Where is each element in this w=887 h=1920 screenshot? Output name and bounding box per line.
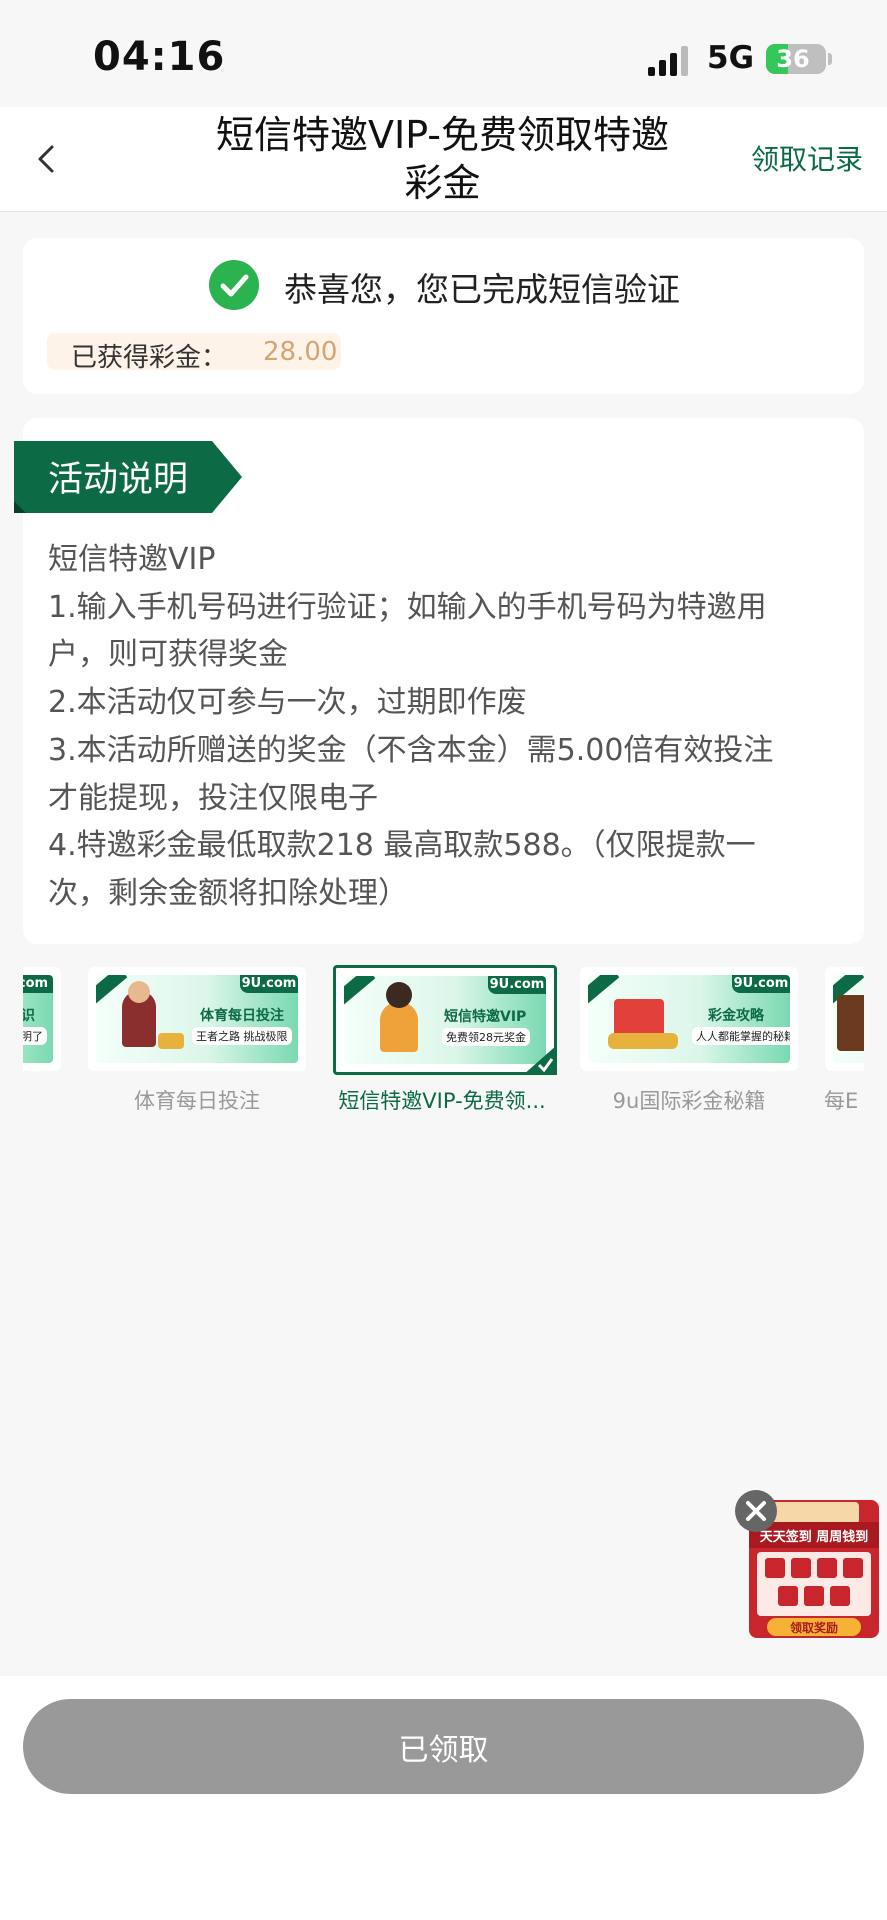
promo-caption[interactable]: 每E	[824, 1085, 864, 1115]
description-line: 次，剩余金额将扣除处理）	[48, 875, 408, 911]
promo-thumb[interactable]: 9U.com 彩金攻略 人人都能掌握的秘籍	[580, 967, 798, 1071]
promo-caption[interactable]: 短信特邀VIP-免费领...	[327, 1085, 557, 1115]
claimed-button[interactable]: 已领取	[23, 1699, 864, 1794]
brand-tag: 9U.com	[488, 976, 546, 994]
bonus-label: 已获得彩金：	[71, 343, 228, 373]
promo-banner-image: 9U.com 短信特邀VIP 免费领28元奖金	[344, 976, 546, 1064]
model-figure	[380, 1002, 418, 1052]
description-body: 短信特邀VIP 1.输入手机号码进行验证；如输入的手机号码为特邀用 户，则可获得…	[48, 536, 848, 918]
promo-subline: 免费领28元奖金	[442, 1028, 530, 1046]
promo-thumb[interactable]: 9U.com 体育每日投注 王者之路 挑战极限	[88, 967, 306, 1071]
description-line: 3.本活动所赠送的奖金（不含本金）需5.00倍有效投注	[48, 732, 774, 768]
promo-caption[interactable]: 体育每日投注	[82, 1085, 312, 1115]
gold-coins	[608, 1033, 678, 1049]
signal-icon	[648, 46, 692, 76]
description-line: 1.输入手机号码进行验证；如输入的手机号码为特邀用	[48, 589, 767, 625]
selected-check-icon	[523, 1045, 557, 1075]
page-title: 短信特邀VIP-免费领取特邀 彩金	[190, 111, 695, 207]
brand-tag: com	[23, 975, 53, 993]
promo-thumb[interactable]	[825, 967, 864, 1071]
promo-subline: 明了	[23, 1027, 47, 1045]
promo-headline: 识	[23, 1008, 35, 1024]
promo-thumb[interactable]: com 识 明了	[23, 967, 61, 1071]
promo-banner-image: com 识 明了	[23, 975, 53, 1063]
promo-carousel[interactable]: com 识 明了 明了 9U.com 体育每日投注 王者之路 挑战极限 体育每日…	[23, 965, 864, 1115]
promo-caption[interactable]: 明了	[23, 1085, 63, 1115]
category-tag	[344, 976, 376, 1007]
promo-subline: 王者之路 挑战极限	[192, 1027, 292, 1045]
claim-records-link[interactable]: 领取记录	[751, 138, 863, 178]
chevron-left-icon[interactable]	[22, 133, 74, 185]
page-title-line1: 短信特邀VIP-免费领取特邀	[216, 113, 669, 157]
battery-nub	[828, 53, 832, 65]
promo-headline: 彩金攻略	[708, 1008, 764, 1024]
promo-headline: 体育每日投注	[200, 1008, 284, 1024]
brand-tag: 9U.com	[732, 975, 790, 993]
promo-banner-image	[833, 975, 864, 1063]
battery-level: 36	[776, 45, 810, 73]
verification-card: 恭喜您，您已完成短信验证 已获得彩金： 28.00	[23, 238, 864, 394]
promo-subline: 人人都能掌握的秘籍	[692, 1027, 790, 1045]
verification-message: 恭喜您，您已完成短信验证	[284, 270, 680, 309]
brand-tag: 9U.com	[240, 975, 298, 993]
section-heading: 活动说明	[48, 460, 189, 500]
description-line: 4.特邀彩金最低取款218 最高取款588。（仅限提款一	[48, 828, 756, 864]
description-line: 短信特邀VIP	[48, 542, 216, 577]
status-bar: 04:16 5G 36	[0, 0, 887, 107]
description-line: 才能提现，投注仅限电子	[48, 780, 378, 816]
promo-banner-image: 9U.com 彩金攻略 人人都能掌握的秘籍	[588, 975, 790, 1063]
check-circle-icon	[209, 260, 259, 310]
promo-caption[interactable]: 9u国际彩金秘籍	[574, 1085, 804, 1115]
status-time: 04:16	[93, 34, 226, 80]
page-title-line2: 彩金	[404, 161, 481, 205]
nav-bar: 短信特邀VIP-免费领取特邀 彩金 领取记录	[0, 107, 887, 212]
float-ad-button: 领取奖励	[790, 1620, 838, 1635]
promo-thumb-selected[interactable]: 9U.com 短信特邀VIP 免费领28元奖金	[333, 965, 557, 1075]
athlete-head	[128, 981, 150, 1003]
bonus-value: 28.00	[263, 337, 338, 367]
bonus-badge: 已获得彩金： 28.00	[47, 333, 341, 373]
gold-coins	[158, 1033, 184, 1049]
close-icon[interactable]	[735, 1490, 777, 1532]
promo-figure	[837, 995, 864, 1051]
description-line: 2.本活动仅可参与一次，过期即作废	[48, 685, 527, 721]
description-line: 户，则可获得奖金	[48, 637, 288, 673]
promo-headline: 短信特邀VIP	[444, 1009, 527, 1025]
network-type: 5G	[707, 40, 755, 76]
promo-banner-image: 9U.com 体育每日投注 王者之路 挑战极限	[96, 975, 298, 1063]
model-head	[386, 982, 412, 1008]
battery-icon: 36	[766, 44, 826, 74]
